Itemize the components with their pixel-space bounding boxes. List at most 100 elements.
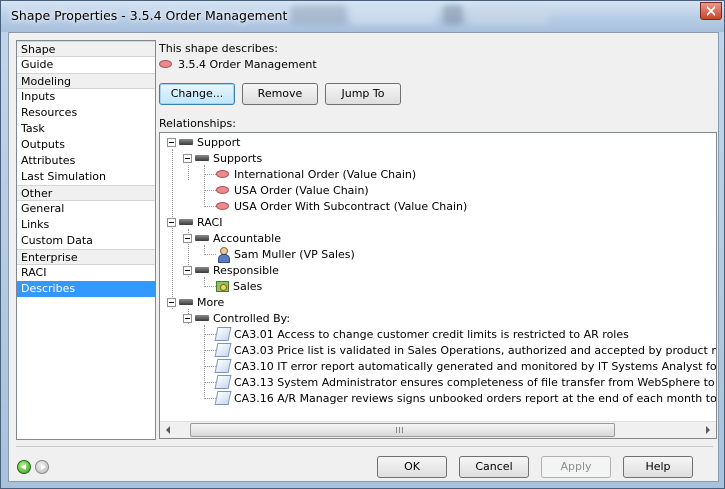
nav-category-enterprise: Enterprise xyxy=(17,249,155,265)
control-document-icon xyxy=(214,359,232,373)
blurred-background xyxy=(443,5,463,25)
tree-node-usa-order[interactable]: USA Order (Value Chain) xyxy=(216,183,369,199)
tree-connector xyxy=(204,190,216,191)
folder-icon xyxy=(195,267,209,273)
nav-item-links[interactable]: Links xyxy=(17,217,155,233)
nav-item-resources[interactable]: Resources xyxy=(17,105,155,121)
tree-connector xyxy=(204,382,216,383)
tree-node-control[interactable]: CA3.10 IT error report automatically gen… xyxy=(214,359,716,375)
tree-connector xyxy=(204,398,216,399)
collapse-icon[interactable] xyxy=(167,217,176,227)
tree-node-supports[interactable]: Supports xyxy=(183,151,262,167)
nav-item-guide[interactable]: Guide xyxy=(17,57,155,73)
tree-node-raci[interactable]: RACI xyxy=(167,215,222,231)
nav-item-attributes[interactable]: Attributes xyxy=(17,153,155,169)
folder-icon xyxy=(195,155,209,161)
tree-node-sales[interactable]: Sales xyxy=(216,279,262,295)
back-arrow-icon[interactable] xyxy=(17,460,31,474)
control-document-icon xyxy=(214,375,232,389)
tree-connector xyxy=(204,366,216,367)
tree-connector xyxy=(204,334,216,335)
nav-item-describes[interactable]: Describes xyxy=(17,281,155,297)
collapse-icon[interactable] xyxy=(183,313,192,323)
nav-item-task[interactable]: Task xyxy=(17,121,155,137)
ok-button[interactable]: OK xyxy=(377,456,447,478)
scroll-left-icon[interactable] xyxy=(166,426,170,434)
control-document-icon xyxy=(214,391,232,405)
tree-connector xyxy=(204,254,216,255)
tree-node-controlled-by[interactable]: Controlled By: xyxy=(183,311,290,327)
tree-node-international-order[interactable]: International Order (Value Chain) xyxy=(216,167,416,183)
blurred-background xyxy=(291,5,346,25)
tree-node-responsible[interactable]: Responsible xyxy=(183,263,279,279)
nav-item-raci[interactable]: RACI xyxy=(17,265,155,281)
cancel-button[interactable]: Cancel xyxy=(459,456,529,478)
tree-connector xyxy=(204,165,205,207)
scroll-right-icon[interactable] xyxy=(706,426,710,434)
tree-node-control[interactable]: CA3.13 System Administrator ensures comp… xyxy=(214,375,716,391)
collapse-icon[interactable] xyxy=(183,233,192,243)
title-bar[interactable]: Shape Properties - 3.5.4 Order Managemen… xyxy=(1,1,724,32)
folder-icon xyxy=(179,139,193,145)
nav-item-custom-data[interactable]: Custom Data xyxy=(17,233,155,249)
nav-category-modeling: Modeling xyxy=(17,73,155,89)
collapse-icon[interactable] xyxy=(167,137,176,147)
dialog-client-area: Shape Guide Modeling Inputs Resources Ta… xyxy=(8,32,719,482)
relationships-tree[interactable]: Support Supports International Order (Va… xyxy=(159,132,717,439)
close-icon[interactable] xyxy=(700,2,722,20)
collapse-icon[interactable] xyxy=(183,153,192,163)
person-icon xyxy=(216,247,230,263)
tree-node-more[interactable]: More xyxy=(167,295,224,311)
forward-arrow-icon[interactable] xyxy=(35,460,49,474)
shape-oval-icon xyxy=(159,60,172,68)
folder-icon xyxy=(195,315,209,321)
blurred-background xyxy=(469,6,549,24)
nav-item-inputs[interactable]: Inputs xyxy=(17,89,155,105)
property-category-list[interactable]: Shape Guide Modeling Inputs Resources Ta… xyxy=(16,40,156,440)
shape-properties-dialog: Shape Properties - 3.5.4 Order Managemen… xyxy=(0,0,725,489)
value-chain-icon xyxy=(216,170,229,178)
described-shape: 3.5.4 Order Management xyxy=(159,58,317,71)
nav-category-other: Other xyxy=(17,185,155,201)
control-document-icon xyxy=(214,327,232,341)
value-chain-icon xyxy=(216,186,229,194)
nav-category-shape: Shape xyxy=(17,41,155,57)
collapse-icon[interactable] xyxy=(167,297,176,307)
value-chain-icon xyxy=(216,202,229,210)
tree-connector xyxy=(204,206,216,207)
folder-icon xyxy=(179,299,193,305)
horizontal-scrollbar[interactable] xyxy=(160,421,716,438)
remove-button[interactable]: Remove xyxy=(242,83,318,105)
relationships-label: Relationships: xyxy=(159,117,236,130)
tree-connector xyxy=(188,165,189,180)
tree-node-control[interactable]: CA3.03 Price list is validated in Sales … xyxy=(214,343,716,359)
collapse-icon[interactable] xyxy=(183,265,192,275)
tree-connector xyxy=(204,350,216,351)
tree-node-accountable[interactable]: Accountable xyxy=(183,231,281,247)
window-title: Shape Properties - 3.5.4 Order Managemen… xyxy=(11,8,288,23)
tree-content: Support Supports International Order (Va… xyxy=(160,133,716,420)
nav-item-last-simulation[interactable]: Last Simulation xyxy=(17,169,155,185)
change-button[interactable]: Change... xyxy=(159,83,235,105)
jump-to-button[interactable]: Jump To xyxy=(325,83,401,105)
blurred-background xyxy=(351,6,436,24)
tree-node-usa-order-subcontract[interactable]: USA Order With Subcontract (Value Chain) xyxy=(216,199,467,215)
control-document-icon xyxy=(214,343,232,357)
tree-connector xyxy=(204,286,216,287)
tree-connector xyxy=(204,174,216,175)
folder-icon xyxy=(195,235,209,241)
nav-item-outputs[interactable]: Outputs xyxy=(17,137,155,153)
described-shape-name: 3.5.4 Order Management xyxy=(178,58,317,71)
tree-node-control[interactable]: CA3.01 Access to change customer credit … xyxy=(214,327,629,343)
nav-item-general[interactable]: General xyxy=(17,201,155,217)
tree-connector xyxy=(204,325,205,399)
tree-node-control[interactable]: CA3.16 A/R Manager reviews signs unbooke… xyxy=(214,391,716,407)
scrollbar-thumb[interactable] xyxy=(190,423,615,437)
describes-label: This shape describes: xyxy=(159,42,278,55)
help-button[interactable]: Help xyxy=(623,456,693,478)
apply-button[interactable]: Apply xyxy=(541,456,611,478)
tree-node-sam-muller[interactable]: Sam Muller (VP Sales) xyxy=(216,247,355,263)
footer-divider xyxy=(16,446,713,447)
tree-node-support[interactable]: Support xyxy=(167,135,240,151)
folder-icon xyxy=(179,219,193,225)
